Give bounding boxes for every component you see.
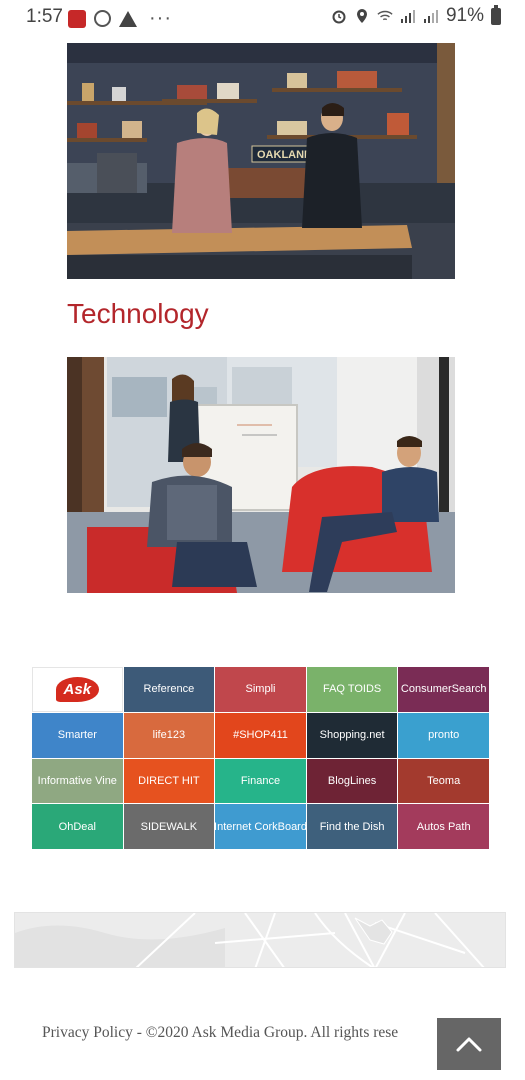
brand-label: Find the Dish: [319, 820, 385, 833]
brand-tile-find-the-dish[interactable]: Find the Dish: [306, 804, 398, 849]
status-bar: 1:57 ··· 91%: [0, 0, 525, 34]
brand-label: Internet CorkBoard: [215, 820, 306, 833]
brand-label: Shopping.net: [319, 729, 385, 742]
signal-icon-2: [423, 10, 438, 23]
office-kitchen-photo: OAKLAND: [67, 43, 455, 279]
brand-tile-informative-vine[interactable]: Informative Vine: [32, 758, 123, 804]
meeting-room-photo: [67, 357, 455, 593]
brand-tile-shop411[interactable]: #SHOP411: [215, 712, 306, 758]
brand-label: FAQ TOIDS: [322, 683, 382, 696]
brand-label: Reference: [143, 683, 195, 696]
brand-label: OhDeal: [58, 820, 96, 833]
brand-tile-sidewalk[interactable]: SIDEWALK: [123, 804, 215, 849]
brand-tile-pronto[interactable]: pronto: [398, 712, 489, 758]
battery-percent: 91%: [445, 5, 484, 26]
brand-tile-ohdeal[interactable]: OhDeal: [32, 804, 123, 849]
brand-tile-faq-toids[interactable]: FAQ TOIDS: [306, 667, 398, 712]
brand-label: life123: [152, 729, 186, 742]
brand-tile-teoma[interactable]: Teoma: [398, 758, 489, 804]
signal-icon: [400, 10, 415, 23]
brand-tile-reference[interactable]: Reference: [123, 667, 215, 712]
brand-label: BlogLines: [327, 774, 377, 787]
globe-notification-icon: [94, 10, 111, 27]
brand-tile-simpli[interactable]: Simpli: [215, 667, 306, 712]
wifi-icon: [377, 10, 393, 21]
brand-tile-autos-path[interactable]: Autos Path: [398, 804, 489, 849]
location-icon: [356, 9, 367, 23]
brand-label: Informative Vine: [37, 774, 117, 787]
brand-label: ConsumerSearch: [400, 683, 487, 696]
brand-tile-consumersearch[interactable]: ConsumerSearch: [398, 667, 489, 712]
scroll-to-top-button[interactable]: [437, 1018, 501, 1070]
app-notification-icon: [68, 9, 86, 28]
alarm-icon: [332, 10, 346, 24]
warning-icon: [119, 10, 137, 27]
privacy-policy-link[interactable]: Privacy Policy: [42, 1024, 133, 1041]
brand-tile-smarter[interactable]: Smarter: [32, 712, 123, 758]
brand-tile-bloglines[interactable]: BlogLines: [306, 758, 398, 804]
status-time: 1:57: [26, 6, 63, 27]
section-title[interactable]: Technology: [67, 298, 209, 330]
brand-tile-shopping-net[interactable]: Shopping.net: [306, 712, 398, 758]
notification-icons: ···: [68, 7, 172, 30]
footer: Privacy Policy - ©2020 Ask Media Group. …: [42, 1024, 442, 1042]
brand-tile-finance[interactable]: Finance: [215, 758, 306, 804]
brand-label: Simpli: [245, 683, 276, 696]
brand-tile-ask[interactable]: Ask: [32, 667, 123, 712]
brand-logo-grid: Ask Reference Simpli FAQ TOIDS ConsumerSearc…: [32, 667, 489, 849]
brand-label: SIDEWALK: [140, 820, 198, 833]
brand-label: pronto: [428, 729, 460, 742]
map-strip[interactable]: [14, 912, 506, 968]
more-notifications-icon: ···: [149, 7, 172, 29]
brand-label: Autos Path: [416, 820, 471, 833]
battery-icon: [491, 4, 501, 25]
brand-label: Ask: [55, 676, 100, 702]
brand-label: Finance: [240, 774, 281, 787]
svg-text:OAKLAND: OAKLAND: [257, 149, 312, 161]
brand-label: DIRECT HIT: [138, 774, 200, 787]
chevron-up-icon: [456, 1037, 482, 1052]
brand-tile-internet-corkboard[interactable]: Internet CorkBoard: [215, 804, 306, 849]
copyright-text: - ©2020 Ask Media Group. All rights rese: [132, 1024, 399, 1041]
brand-label: #SHOP411: [233, 729, 288, 742]
brand-tile-direct-hit[interactable]: DIRECT HIT: [123, 758, 215, 804]
system-icons: 91%: [331, 4, 501, 27]
brand-tile-life123[interactable]: life123: [123, 712, 215, 758]
brand-label: Smarter: [57, 729, 97, 742]
brand-label: Teoma: [427, 774, 461, 787]
